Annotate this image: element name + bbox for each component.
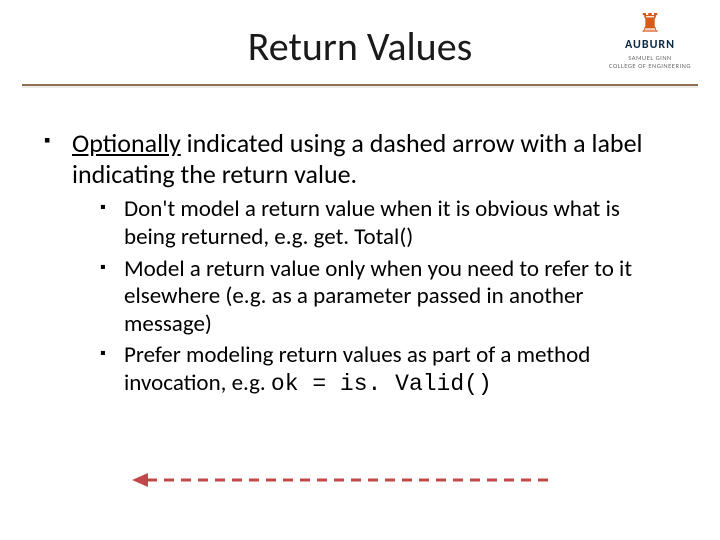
bullet-list: Optionally indicated using a dashed arro… (44, 128, 660, 399)
university-name: AUBURN (602, 38, 698, 52)
department-name: SAMUEL GINN COLLEGE OF ENGINEERING (602, 55, 698, 71)
bullet-lead: Optionally (72, 127, 181, 159)
slide: Return Values ♜ AUBURN SAMUEL GINN COLLE… (0, 0, 720, 540)
bullet-main: Optionally indicated using a dashed arro… (44, 128, 660, 399)
return-arrow (130, 468, 550, 492)
shield-icon: ♜ (602, 10, 698, 36)
content-area: Optionally indicated using a dashed arro… (44, 128, 660, 405)
title-divider (22, 84, 698, 86)
subbullet-1: Don't model a return value when it is ob… (100, 196, 660, 251)
dashed-arrow-icon (130, 468, 550, 492)
university-logo: ♜ AUBURN SAMUEL GINN COLLEGE OF ENGINEER… (602, 10, 698, 71)
subbullet-3-code: ok = is. Valid() (271, 371, 492, 397)
subbullet-2: Model a return value only when you need … (100, 256, 660, 339)
subbullet-3: Prefer modeling return values as part of… (100, 342, 660, 398)
subbullet-list: Don't model a return value when it is ob… (72, 196, 660, 398)
